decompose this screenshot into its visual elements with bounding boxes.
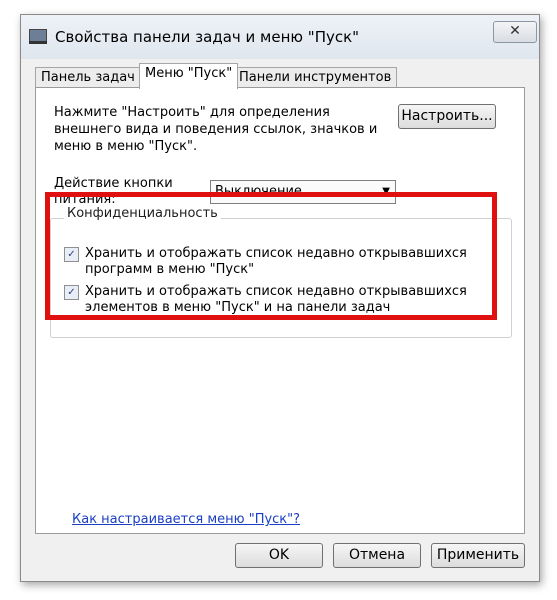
tab-toolbars[interactable]: Панели инструментов <box>233 67 398 88</box>
apply-button[interactable]: Применить <box>431 543 525 568</box>
title-bar: Свойства панели задач и меню "Пуск" ✕ <box>21 15 539 59</box>
tab-start-menu[interactable]: Меню "Пуск" <box>139 63 239 89</box>
tab-taskbar[interactable]: Панель задач <box>35 67 141 88</box>
customize-button[interactable]: Настроить... <box>398 104 496 129</box>
red-highlight-frame <box>45 192 497 320</box>
cancel-button[interactable]: Отмена <box>333 543 421 568</box>
taskbar-icon <box>29 29 47 45</box>
ok-button[interactable]: OK <box>235 543 323 568</box>
window-title: Свойства панели задач и меню "Пуск" <box>55 28 360 46</box>
start-menu-help-link[interactable]: Как настраивается меню "Пуск"? <box>72 512 300 527</box>
start-menu-description: Нажмите "Настроить" для определения внеш… <box>54 105 378 154</box>
close-button[interactable]: ✕ <box>493 21 537 43</box>
